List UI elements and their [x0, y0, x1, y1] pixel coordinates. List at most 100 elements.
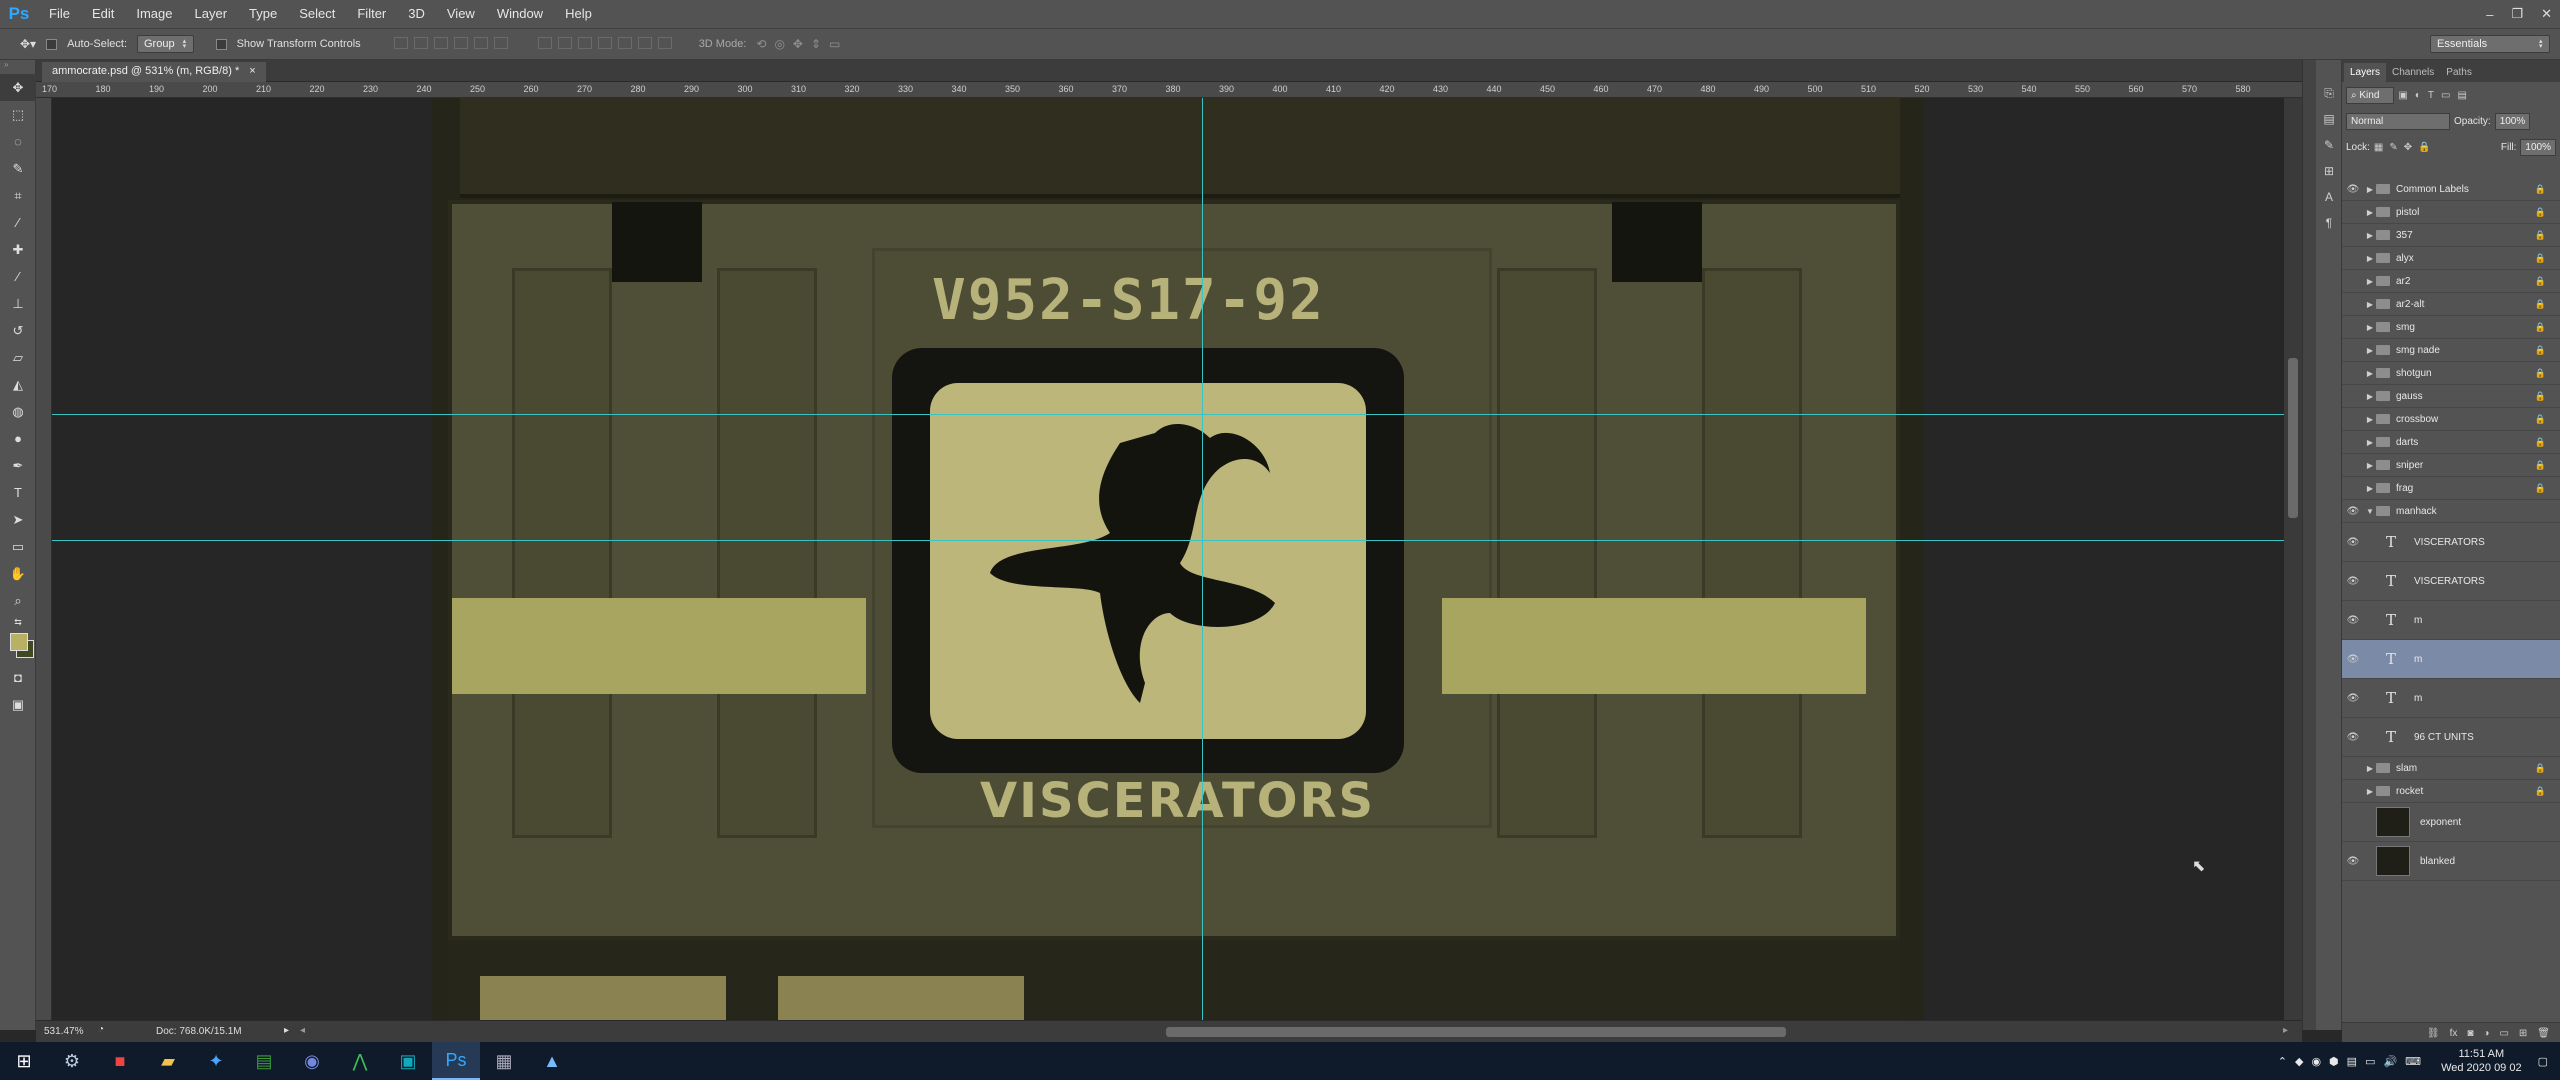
- taskbar-app-icon[interactable]: ▲: [528, 1042, 576, 1080]
- horizontal-scroll-thumb[interactable]: [1166, 1027, 1786, 1037]
- layer-row[interactable]: 👁▶ frag 🔒: [2342, 477, 2560, 500]
- layer-row[interactable]: 👁▶ sniper 🔒: [2342, 454, 2560, 477]
- photoshop-taskbar-icon[interactable]: Ps: [432, 1042, 480, 1080]
- screen-mode-icon[interactable]: ▣: [0, 691, 36, 718]
- visibility-eye-icon[interactable]: 👁: [2342, 460, 2364, 471]
- layer-row[interactable]: 👁 ▶ Common Labels 🔒: [2342, 178, 2560, 201]
- layer-row[interactable]: 👁▶ ar2-alt 🔒: [2342, 293, 2560, 316]
- ruler-vertical[interactable]: [36, 98, 52, 1020]
- chevron-right-icon[interactable]: ▶: [2364, 185, 2376, 194]
- notifications-icon[interactable]: ▢: [2538, 1055, 2548, 1068]
- tray-icon[interactable]: ⌃: [2278, 1055, 2287, 1068]
- align-center-icon[interactable]: [473, 36, 488, 49]
- menu-view[interactable]: View: [436, 0, 486, 28]
- clock[interactable]: 11:51 AM Wed 2020 09 02: [2441, 1047, 2522, 1075]
- zoom-level[interactable]: 531.47%: [44, 1026, 83, 1037]
- layer-row[interactable]: 👁▶ darts 🔒: [2342, 431, 2560, 454]
- path-select-tool-icon[interactable]: ➤: [0, 506, 36, 533]
- visibility-eye-icon[interactable]: 👁: [2342, 437, 2364, 448]
- visibility-eye-icon[interactable]: 👁: [2342, 230, 2364, 241]
- visibility-eye-icon[interactable]: 👁: [2342, 817, 2364, 828]
- layer-row[interactable]: 👁 Tm: [2342, 679, 2560, 718]
- status-info-icon[interactable]: ◔: [98, 1024, 104, 1035]
- layer-row[interactable]: 👁▶ smg nade 🔒: [2342, 339, 2560, 362]
- guide-line-horizontal[interactable]: [52, 414, 2284, 415]
- layer-row[interactable]: 👁▶ pistol 🔒: [2342, 201, 2560, 224]
- layer-row[interactable]: 👁▶ 357 🔒: [2342, 224, 2560, 247]
- move-tool-icon[interactable]: ✥: [0, 74, 36, 101]
- layer-row[interactable]: 👁 T VISCERATORS: [2342, 562, 2560, 601]
- layer-row[interactable]: 👁 ▼ manhack: [2342, 500, 2560, 523]
- auto-select-dropdown[interactable]: Group: [137, 35, 194, 53]
- volume-icon[interactable]: 🔊: [2383, 1055, 2397, 1068]
- menu-layer[interactable]: Layer: [184, 0, 239, 28]
- delete-layer-icon[interactable]: 🗑: [2537, 1028, 2550, 1039]
- scroll-left-icon[interactable]: ◂: [300, 1025, 305, 1036]
- guide-line-horizontal[interactable]: [52, 540, 2284, 541]
- visibility-eye-icon[interactable]: 👁: [2342, 483, 2364, 494]
- brush-panel-icon[interactable]: ✎: [2316, 132, 2342, 158]
- vertical-scrollbar[interactable]: [2284, 98, 2302, 1020]
- chevron-right-icon[interactable]: ▶: [2364, 438, 2376, 447]
- layer-row[interactable]: 👁▶ rocket 🔒: [2342, 780, 2560, 803]
- distribute-bottom-icon[interactable]: [577, 36, 592, 49]
- network-icon[interactable]: ▭: [2365, 1055, 2375, 1068]
- chevron-right-icon[interactable]: ▶: [2364, 323, 2376, 332]
- menu-filter[interactable]: Filter: [346, 0, 397, 28]
- visibility-eye-icon[interactable]: 👁: [2342, 345, 2364, 356]
- visibility-eye-icon[interactable]: 👁: [2342, 184, 2364, 195]
- layer-row[interactable]: 👁 T VISCERATORS: [2342, 523, 2560, 562]
- workspace-dropdown[interactable]: Essentials: [2430, 35, 2550, 53]
- chevron-right-icon[interactable]: ▶: [2364, 208, 2376, 217]
- tray-icon[interactable]: ⌨: [2405, 1055, 2421, 1068]
- visibility-eye-icon[interactable]: 👁: [2342, 368, 2364, 379]
- chevron-right-icon[interactable]: ▶: [2364, 461, 2376, 470]
- align-middle-icon[interactable]: [413, 36, 428, 49]
- layer-row[interactable]: 👁▶ crossbow 🔒: [2342, 408, 2560, 431]
- swap-colors-icon[interactable]: ⇆: [0, 614, 36, 630]
- hand-tool-icon[interactable]: ✋: [0, 560, 36, 587]
- auto-select-checkbox[interactable]: [46, 38, 58, 50]
- chevron-right-icon[interactable]: ▶: [2364, 231, 2376, 240]
- scroll-right-icon[interactable]: ▸: [2283, 1025, 2288, 1036]
- taskbar-app-icon[interactable]: ▤: [240, 1042, 288, 1080]
- layer-row[interactable]: 👁▶ ar2 🔒: [2342, 270, 2560, 293]
- visibility-eye-icon[interactable]: 👁: [2342, 276, 2364, 287]
- dodge-tool-icon[interactable]: ●: [0, 425, 36, 452]
- toolbox-collapse-icon[interactable]: »: [0, 60, 35, 74]
- layer-row[interactable]: 👁▶ slam 🔒: [2342, 757, 2560, 780]
- menu-3d[interactable]: 3D: [397, 0, 436, 28]
- chevron-right-icon[interactable]: ▶: [2364, 277, 2376, 286]
- layer-row[interactable]: 👁▶ smg 🔒: [2342, 316, 2560, 339]
- visibility-eye-icon[interactable]: 👁: [2342, 654, 2364, 665]
- document-tab[interactable]: ammocrate.psd @ 531% (m, RGB/8) * ×: [42, 62, 266, 82]
- align-bottom-icon[interactable]: [433, 36, 448, 49]
- new-layer-icon[interactable]: ⊞: [2519, 1028, 2527, 1039]
- eyedropper-tool-icon[interactable]: ⁄: [0, 209, 36, 236]
- guide-line-vertical[interactable]: [1202, 98, 1203, 1020]
- canvas[interactable]: V952-S17-92 VISCERATORS ⬉: [52, 98, 2284, 1020]
- visibility-eye-icon[interactable]: 👁: [2342, 786, 2364, 797]
- tray-icon[interactable]: ◆: [2295, 1055, 2303, 1068]
- status-menu-arrow-icon[interactable]: ▸: [284, 1025, 289, 1036]
- visibility-eye-icon[interactable]: 👁: [2342, 253, 2364, 264]
- tray-icon[interactable]: ◉: [2311, 1055, 2321, 1068]
- chevron-right-icon[interactable]: ▶: [2364, 484, 2376, 493]
- zoom-tool-icon[interactable]: ⌕: [0, 587, 36, 614]
- chevron-right-icon[interactable]: ▶: [2364, 369, 2376, 378]
- start-button-icon[interactable]: ⊞: [0, 1042, 48, 1080]
- visibility-eye-icon[interactable]: 👁: [2342, 391, 2364, 402]
- ruler-horizontal[interactable]: 170 180 190 200 210 220 230 240 250 260 270 280 290 3…: [36, 82, 2302, 98]
- vertical-scroll-thumb[interactable]: [2288, 358, 2298, 518]
- chevron-right-icon[interactable]: ▶: [2364, 254, 2376, 263]
- properties-panel-icon[interactable]: ▤: [2316, 106, 2342, 132]
- distribute-left-icon[interactable]: [597, 36, 612, 49]
- close-tab-icon[interactable]: ×: [249, 65, 255, 79]
- clone-stamp-tool-icon[interactable]: ⊥: [0, 290, 36, 317]
- menu-window[interactable]: Window: [486, 0, 554, 28]
- lasso-tool-icon[interactable]: ◌: [0, 128, 36, 155]
- type-tool-icon[interactable]: T: [0, 479, 36, 506]
- visibility-eye-icon[interactable]: 👁: [2342, 537, 2364, 548]
- menu-edit[interactable]: Edit: [81, 0, 125, 28]
- new-group-icon[interactable]: ▭: [2499, 1028, 2508, 1039]
